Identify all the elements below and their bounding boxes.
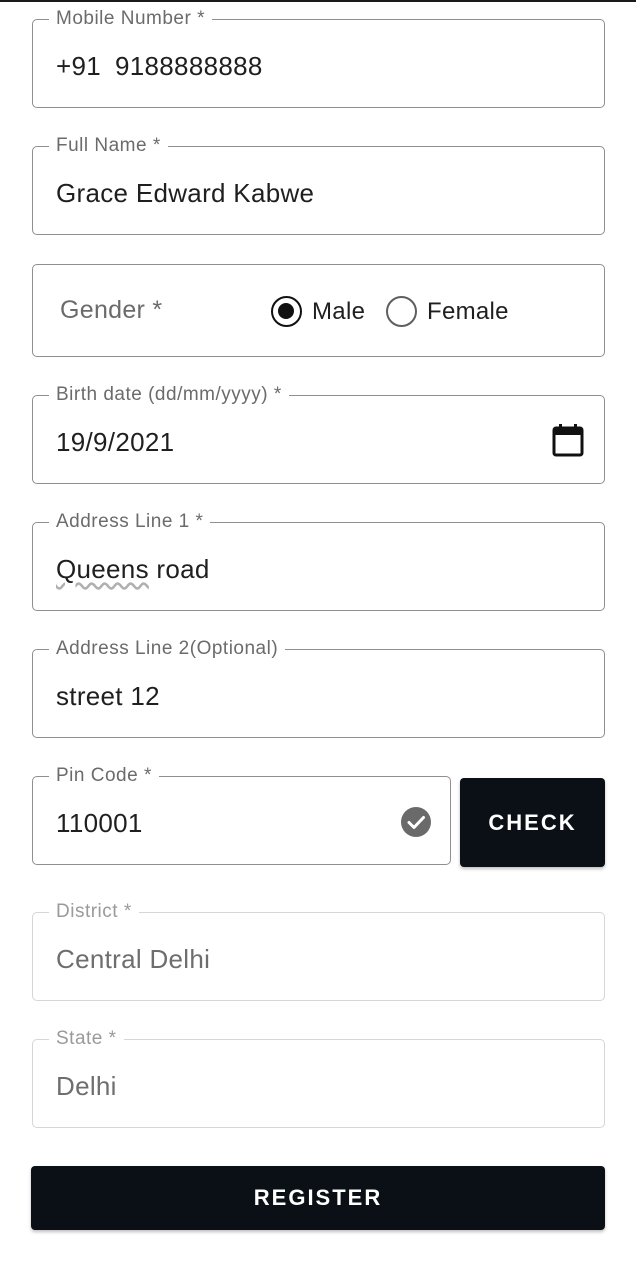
address-line-1-rest: road: [148, 554, 210, 584]
district-label: District *: [49, 901, 139, 923]
full-name-input[interactable]: Grace Edward Kabwe: [56, 177, 314, 209]
gender-radio-female[interactable]: Female: [386, 296, 509, 327]
country-code-prefix: +91: [56, 51, 102, 81]
mobile-number-field[interactable]: Mobile Number * +91 9188888888: [32, 8, 605, 108]
birth-date-input[interactable]: 19/9/2021: [56, 426, 174, 458]
gender-radio-male[interactable]: Male: [271, 296, 365, 327]
address-line-1-label: Address Line 1 *: [49, 511, 211, 533]
mobile-number-label: Mobile Number *: [49, 8, 212, 30]
check-circle-icon: [401, 807, 431, 837]
mobile-number-value[interactable]: +91 9188888888: [56, 50, 263, 82]
address-line-2-input[interactable]: street 12: [56, 680, 160, 712]
top-divider: [0, 0, 636, 2]
pin-code-field[interactable]: Pin Code * 110001: [32, 765, 451, 865]
state-value: Delhi: [56, 1071, 117, 1101]
address-line-1-field[interactable]: Address Line 1 * Queens road: [32, 511, 605, 611]
radio-selected-icon: [271, 296, 302, 327]
gender-option-female-label: Female: [427, 297, 509, 325]
address-line-2-label: Address Line 2(Optional): [49, 638, 286, 660]
district-value: Central Delhi: [56, 944, 211, 974]
address-line-2-field[interactable]: Address Line 2(Optional) street 12: [32, 638, 605, 738]
spellcheck-word: Queens: [56, 554, 149, 584]
full-name-label: Full Name *: [49, 135, 168, 157]
check-pin-button[interactable]: CHECK: [460, 778, 605, 867]
gender-option-male-label: Male: [312, 297, 366, 325]
address-line-1-input[interactable]: Queens road: [56, 553, 210, 585]
mobile-number-input[interactable]: 9188888888: [115, 51, 263, 81]
radio-unselected-icon: [386, 296, 417, 327]
calendar-icon[interactable]: [552, 423, 584, 457]
full-name-field[interactable]: Full Name * Grace Edward Kabwe: [32, 135, 605, 235]
register-button[interactable]: REGISTER: [31, 1166, 605, 1230]
pin-code-label: Pin Code *: [49, 765, 159, 787]
gender-field: Gender * Male Female: [32, 264, 605, 357]
state-field: State * Delhi: [32, 1028, 605, 1128]
birth-date-label: Birth date (dd/mm/yyyy) *: [49, 384, 289, 406]
birth-date-field[interactable]: Birth date (dd/mm/yyyy) * 19/9/2021: [32, 384, 605, 484]
gender-label: Gender *: [60, 296, 163, 324]
district-field: District * Central Delhi: [32, 901, 605, 1001]
state-label: State *: [49, 1028, 124, 1050]
pin-code-input[interactable]: 110001: [56, 807, 143, 839]
